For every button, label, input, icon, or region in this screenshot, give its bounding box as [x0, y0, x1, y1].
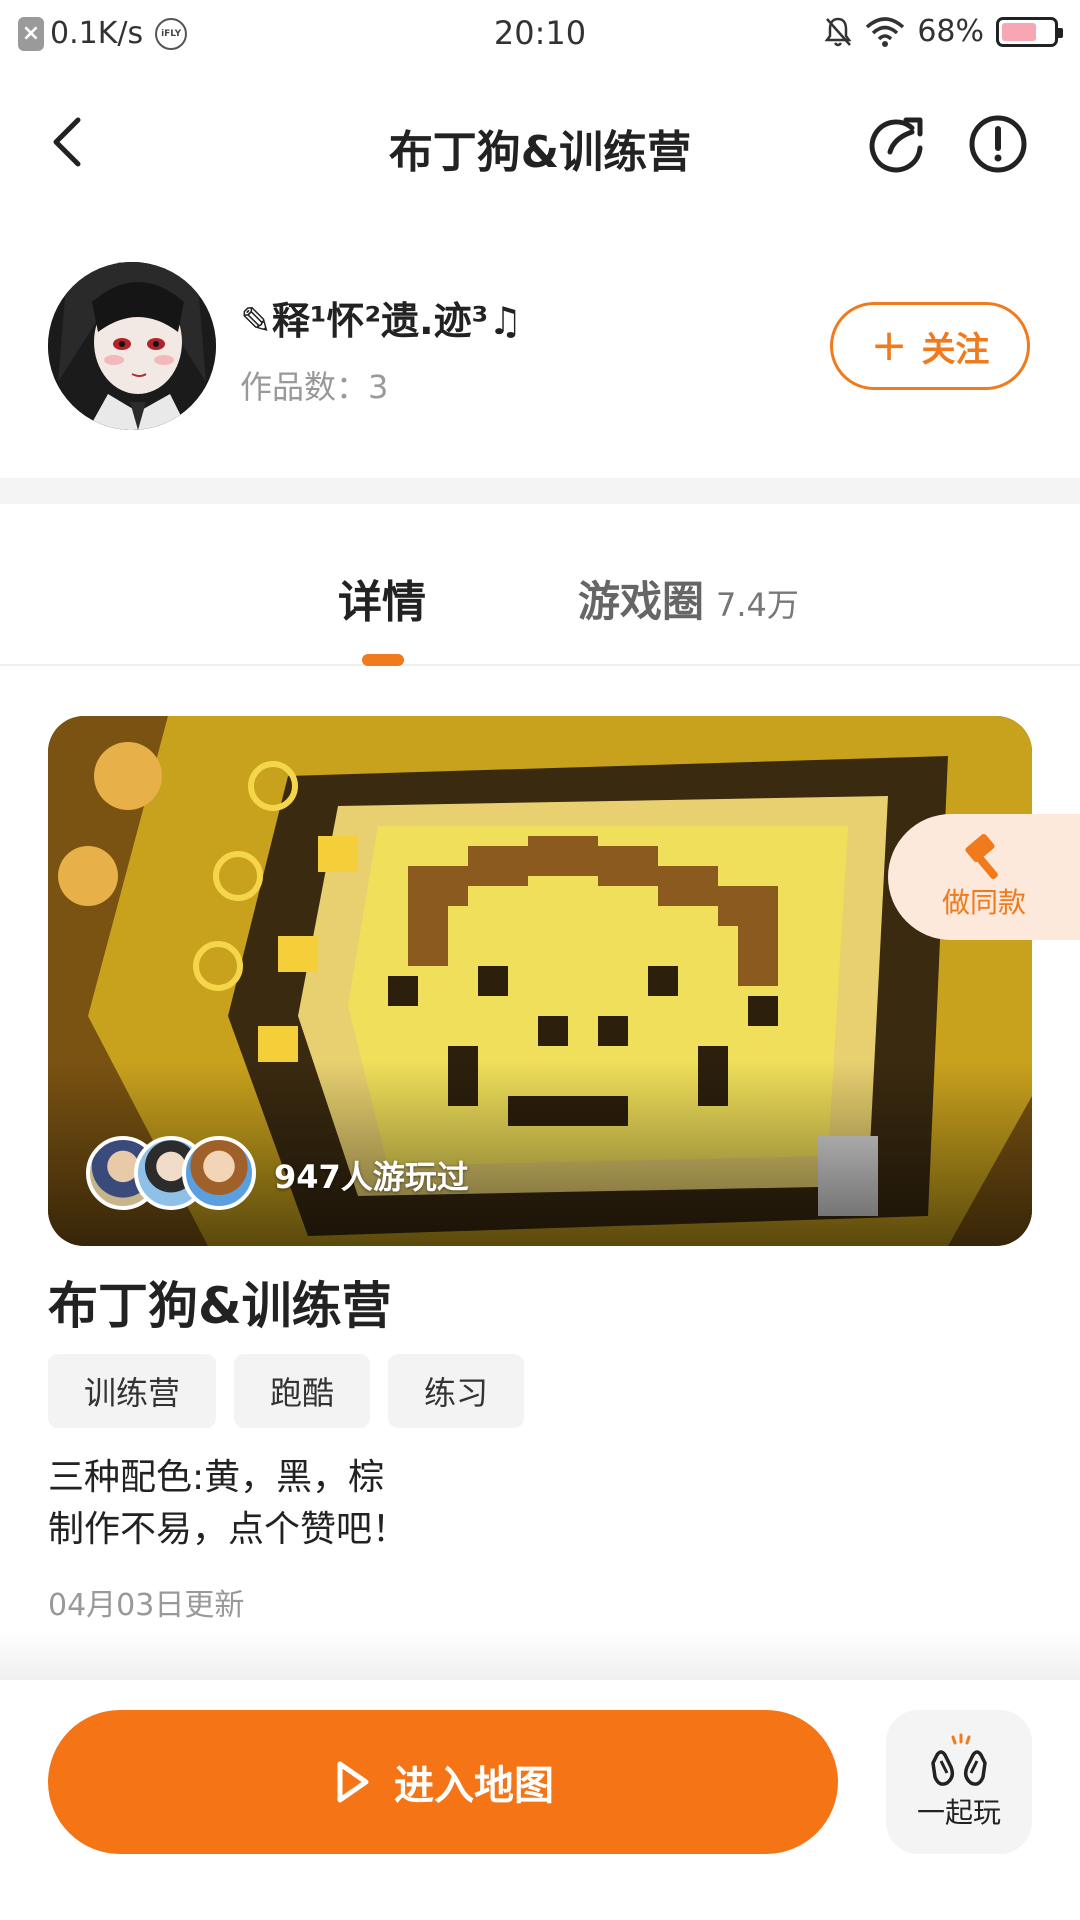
player-avatar	[182, 1136, 256, 1210]
plus-icon: +	[870, 320, 908, 371]
tag-list: 训练营 跑酷 练习	[48, 1354, 525, 1428]
player-avatars	[86, 1136, 256, 1210]
clap-hands-icon	[931, 1733, 987, 1786]
tab-bar: 详情 游戏圈 7.4万	[0, 540, 1080, 666]
bottom-shadow	[0, 1630, 1080, 1680]
tab-game-circle-label: 游戏圈	[578, 577, 705, 626]
author-row: ✎释¹怀²遗.迹³♫ 作品数：3 + 关注	[0, 260, 1080, 440]
follow-button[interactable]: + 关注	[830, 302, 1030, 390]
status-right: 68%	[823, 14, 1063, 49]
map-cover[interactable]: 947人游玩过	[48, 716, 1032, 1246]
battery-percent: 68%	[917, 14, 984, 49]
update-date: 04月03日更新	[48, 1588, 245, 1623]
author-avatar[interactable]	[48, 262, 216, 430]
bottom-action-bar: 进入地图 一起玩	[0, 1680, 1080, 1920]
description-line: 三种配色:黄，黑，棕	[48, 1457, 385, 1498]
hammer-icon	[965, 833, 998, 879]
play-icon	[337, 1761, 369, 1803]
tab-game-circle[interactable]: 游戏圈 7.4万	[578, 568, 799, 629]
battery-level	[1002, 22, 1036, 41]
section-divider	[0, 478, 1080, 504]
make-same-button[interactable]: 做同款	[888, 814, 1080, 940]
tag-chip[interactable]: 跑酷	[234, 1354, 371, 1428]
works-count: 作品数：3	[240, 368, 389, 406]
tag-chip[interactable]: 练习	[388, 1354, 525, 1428]
share-icon[interactable]	[866, 112, 930, 176]
follow-label: 关注	[921, 329, 990, 370]
status-bar: × 0.1K/s iFLY 20:10 68%	[0, 0, 1080, 70]
tab-active-indicator	[362, 654, 404, 666]
alert-circle-icon[interactable]	[966, 112, 1030, 176]
description-line: 制作不易，点个赞吧！	[48, 1509, 409, 1550]
play-together-label: 一起玩	[916, 1796, 1001, 1829]
tab-detail[interactable]: 详情	[338, 566, 426, 630]
enter-map-label: 进入地图	[394, 1763, 554, 1809]
enter-map-button[interactable]: 进入地图	[48, 1710, 838, 1854]
map-title: 布丁狗&训练营	[48, 1277, 392, 1335]
make-same-label: 做同款	[941, 886, 1026, 919]
battery-icon	[996, 16, 1063, 47]
bell-muted-icon	[824, 17, 852, 46]
wifi-icon	[866, 16, 905, 47]
header: 布丁狗&训练营	[0, 90, 1080, 200]
tag-chip[interactable]: 训练营	[48, 1354, 217, 1428]
tab-game-circle-count: 7.4万	[716, 586, 799, 624]
author-name[interactable]: ✎释¹怀²遗.迹³♫	[240, 290, 522, 345]
play-together-button[interactable]: 一起玩	[886, 1710, 1032, 1854]
played-count: 947人游玩过	[274, 1158, 469, 1196]
map-description: 三种配色:黄，黑，棕 制作不易，点个赞吧！	[48, 1452, 408, 1556]
